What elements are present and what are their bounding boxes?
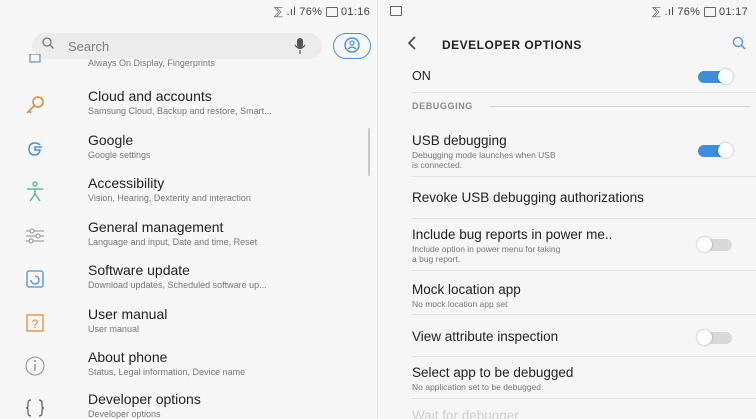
developer-options-panel: ⅀ .ıl 76% 01:17 DEVELOPER OPTIONS ON DEB…	[378, 0, 756, 419]
update-icon	[26, 270, 44, 288]
usb-debugging-toggle[interactable]	[698, 143, 733, 158]
battery-level: 76%	[677, 6, 701, 18]
settings-item-title: User manual	[88, 306, 168, 322]
view-attribute-title: View attribute inspection	[412, 329, 559, 344]
settings-item-about-phone[interactable]: About phone Status, Legal information, D…	[0, 347, 378, 387]
divider	[412, 270, 756, 271]
bug-report-title: Include bug reports in power me..	[412, 227, 613, 242]
settings-item-subtitle: Status, Legal information, Device name	[88, 367, 246, 377]
settings-item-subtitle: Always On Display, Fingerprints	[88, 58, 215, 68]
settings-item-developer-options[interactable]: Developer options Developer options	[0, 389, 378, 419]
settings-item-title: Cloud and accounts	[88, 88, 212, 104]
settings-item-user-manual[interactable]: ? User manual User manual	[0, 304, 378, 344]
info-icon	[25, 356, 45, 376]
settings-item-software-update[interactable]: Software update Download updates, Schedu…	[0, 260, 378, 300]
divider	[412, 398, 756, 399]
sliders-icon	[26, 228, 44, 244]
clock: 01:17	[718, 6, 748, 18]
settings-item-google[interactable]: Google Google settings	[0, 130, 378, 170]
settings-item-title: Google	[88, 132, 134, 148]
battery-icon	[703, 7, 716, 18]
settings-item-subtitle: User manual	[88, 324, 140, 334]
view-attribute-row[interactable]: View attribute inspection	[378, 320, 756, 354]
settings-item-subtitle: Google settings	[88, 150, 151, 160]
mock-location-row[interactable]: Mock location app No mock location app s…	[378, 276, 756, 312]
settings-panel: ⅀ .ıl 76% 01:16 Search Always On Display…	[0, 0, 378, 419]
status-bar: ⅀ .ıl 76% 01:16	[0, 0, 378, 24]
status-right: ⅀ .ıl 76% 01:16	[274, 5, 370, 18]
settings-item-lock-screen[interactable]: Always On Display, Fingerprints	[0, 48, 378, 88]
app-bar: DEVELOPER OPTIONS	[378, 27, 756, 61]
revoke-usb-row[interactable]: Revoke USB debugging authorizations	[378, 182, 756, 214]
select-debug-app-title: Select app to be debugged	[412, 365, 574, 380]
usb-debugging-title: USB debugging	[412, 133, 507, 148]
settings-item-title: Developer options	[88, 391, 201, 407]
revoke-usb-title: Revoke USB debugging authorizations	[412, 190, 644, 205]
select-debug-app-row[interactable]: Select app to be debugged No application…	[378, 360, 756, 396]
usb-debugging-subtitle: Debugging mode launches when USB is conn…	[412, 150, 556, 170]
settings-item-subtitle: Language and input, Date and time, Reset	[88, 237, 258, 247]
clock: 01:16	[340, 6, 370, 18]
battery-level: 76%	[299, 6, 323, 18]
divider	[412, 176, 756, 177]
notification-icon	[390, 5, 402, 17]
master-switch-label: ON	[412, 69, 431, 83]
braces-icon	[25, 399, 45, 417]
view-attribute-toggle[interactable]	[697, 330, 732, 345]
settings-item-cloud-accounts[interactable]: Cloud and accounts Samsung Cloud, Backup…	[0, 86, 378, 126]
divider	[412, 218, 756, 219]
svg-text:?: ?	[32, 317, 39, 331]
scrollbar[interactable]	[368, 128, 370, 176]
settings-item-accessibility[interactable]: Accessibility Vision, Hearing, Dexterity…	[0, 173, 378, 213]
signal-icon: ⅀ .ıl	[651, 6, 674, 18]
accessibility-icon	[27, 181, 43, 202]
bug-report-toggle[interactable]	[697, 237, 732, 252]
settings-item-subtitle: Download updates, Scheduled software up.…	[88, 280, 267, 290]
signal-icon: ⅀ .ıl	[273, 6, 296, 18]
divider	[412, 314, 756, 315]
settings-item-subtitle: Vision, Hearing, Dexterity and interacti…	[88, 193, 251, 203]
search-icon[interactable]	[732, 36, 746, 50]
settings-item-title: General management	[88, 219, 224, 235]
status-right: ⅀ .ıl 76% 01:17	[652, 5, 748, 18]
google-icon	[28, 142, 42, 156]
settings-item-subtitle: Developer options	[88, 409, 161, 419]
mock-location-subtitle: No mock location app set	[412, 299, 508, 309]
status-bar: ⅀ .ıl 76% 01:17	[378, 0, 756, 24]
screenshot: ⅀ .ıl 76% 01:16 Search Always On Display…	[0, 0, 756, 419]
lock-screen-icon	[29, 54, 41, 63]
key-icon	[26, 96, 44, 114]
bug-report-row[interactable]: Include bug reports in power me.. Includ…	[378, 222, 756, 266]
master-toggle[interactable]	[698, 69, 733, 84]
settings-item-title: Accessibility	[88, 175, 165, 191]
battery-icon	[325, 7, 338, 18]
settings-item-title: Software update	[88, 262, 190, 278]
usb-debugging-row[interactable]: USB debugging Debugging mode launches wh…	[378, 128, 756, 172]
divider	[412, 356, 756, 357]
bug-report-subtitle: Include option in power menu for taking …	[412, 244, 561, 264]
wait-for-debugger-row[interactable]: Wait for debugger	[378, 402, 756, 419]
settings-item-general-management[interactable]: General management Language and input, D…	[0, 217, 378, 257]
back-icon[interactable]	[406, 35, 418, 51]
wait-for-debugger-title: Wait for debugger	[412, 408, 519, 419]
settings-item-subtitle: Samsung Cloud, Backup and restore, Smart…	[88, 106, 272, 116]
page-title: DEVELOPER OPTIONS	[442, 38, 582, 52]
mock-location-title: Mock location app	[412, 282, 521, 297]
section-header-debugging: DEBUGGING	[412, 101, 473, 111]
manual-icon: ?	[26, 314, 44, 332]
select-debug-app-subtitle: No application set to be debugged.	[412, 382, 544, 392]
master-switch-row[interactable]: ON	[378, 62, 756, 92]
settings-item-title: About phone	[88, 349, 168, 365]
section-divider	[490, 106, 750, 107]
divider	[412, 92, 756, 93]
